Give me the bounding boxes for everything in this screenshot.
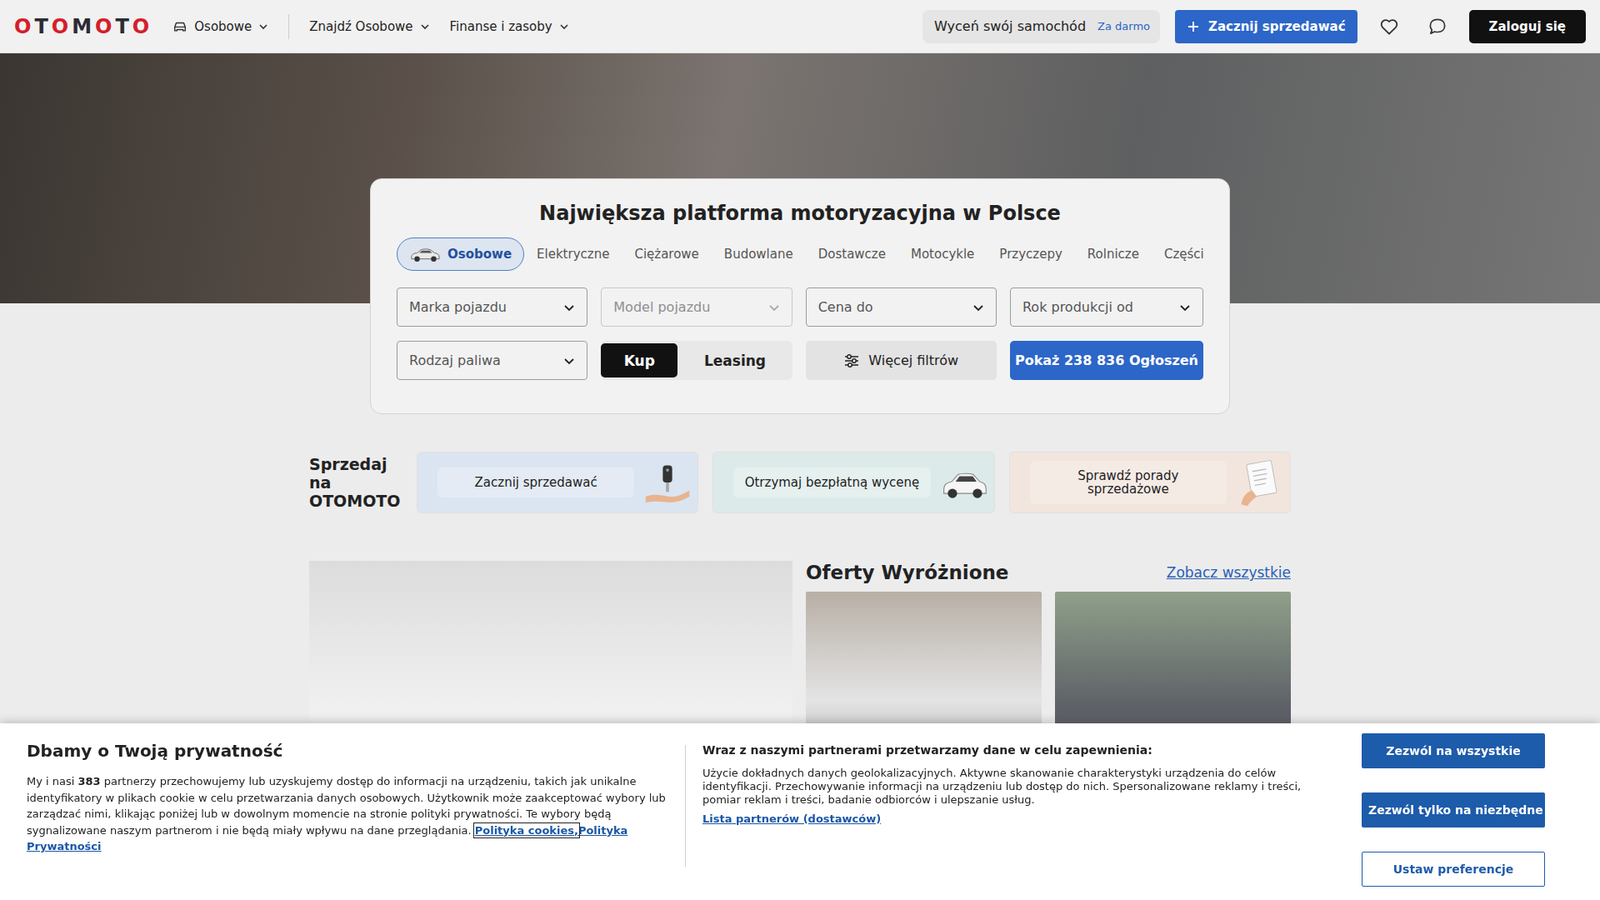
purposes-title: Wraz z naszymi partnerami przetwarzamy d… (702, 741, 1315, 759)
login-button[interactable]: Zaloguj się (1469, 10, 1586, 44)
sell-card[interactable]: Otrzymaj bezpłatną wycenę (712, 451, 995, 514)
privacy-text: My i nasi 383 partnerzy przechowujemy lu… (26, 773, 669, 855)
chevron-down-icon (1179, 301, 1191, 314)
filters-grid: Marka pojazdu Model pojazdu Cena do Rok pro… (396, 287, 1204, 380)
purposes-text: Użycie dokładnych danych geolokalizacyjn… (702, 766, 1315, 807)
show-results-button[interactable]: Pokaż 238 836 Ogłoszeń (1010, 340, 1204, 380)
category-tabs: OsoboweElektryczneCiężaroweBudowlaneDost… (396, 237, 1204, 271)
sell-title: Sprzedaj na OTOMOTO (309, 455, 403, 510)
nav-item[interactable]: Finanse i zasoby (450, 15, 570, 38)
partners-link[interactable]: Lista partnerów (dostawców) (702, 812, 881, 825)
favorites-button[interactable] (1372, 10, 1406, 44)
chevron-down-icon (563, 301, 575, 314)
category-tab[interactable]: Dostawcze (805, 237, 899, 271)
category-tab[interactable]: Motocykle (898, 237, 987, 271)
cookie-policy-link[interactable]: Polityka cookies, (475, 824, 579, 837)
nav-separator (288, 14, 290, 40)
divider (685, 745, 686, 867)
filter-select[interactable]: Rok produkcji od (1010, 287, 1204, 327)
consent-button[interactable]: Zezwól na wszystkie (1361, 733, 1545, 769)
category-tab[interactable]: Przyczepy (986, 237, 1075, 271)
key-in-hand-icon (642, 457, 693, 508)
consent-buttons: Zezwól na wszystkie Zezwól tylko na niezb… (1361, 723, 1545, 900)
filter-select[interactable]: Marka pojazdu (396, 287, 588, 327)
buy-lease-toggle: KupLeasing (600, 340, 792, 380)
chevron-down-icon (420, 21, 430, 32)
more-filters-button[interactable]: Więcej filtrów (805, 340, 997, 380)
free-badge: Za darmo (1097, 20, 1150, 33)
category-tab[interactable]: Elektryczne (524, 237, 622, 271)
chevron-down-icon (768, 301, 780, 314)
category-tab[interactable]: Ciężarowe (621, 237, 711, 271)
category-tab[interactable]: Osobowe (396, 237, 525, 271)
purposes: Wraz z naszymi partnerami przetwarzamy d… (702, 723, 1315, 900)
nav-item[interactable]: Znajdź Osobowe (309, 15, 430, 38)
plus-icon (1186, 20, 1200, 34)
category-tab[interactable]: Budowlane (711, 237, 806, 271)
car-icon (172, 20, 188, 33)
consent-button[interactable]: Zezwól tylko na niezbędne (1361, 792, 1545, 828)
sell-card[interactable]: Zacznij sprzedawać (416, 451, 699, 514)
featured-title: Oferty Wyróżnione (805, 560, 1009, 585)
header-actions: Wyceń swój samochódZa darmo Zacznij sprze… (922, 10, 1586, 44)
see-all-link[interactable]: Zobacz wszystkie (1166, 564, 1291, 581)
privacy-info: Dbamy o Twoją prywatność My i nasi 383 pa… (26, 723, 669, 900)
notepad-icon (1235, 457, 1285, 508)
car-icon (409, 245, 441, 264)
logo[interactable]: OTOMOTO (14, 15, 153, 39)
page: OTOMOTO Osobowe Znajdź Osobowe Finanse i za… (0, 0, 1600, 900)
chevron-down-icon (258, 21, 269, 32)
consent-button[interactable]: Ustaw preferencje (1361, 851, 1545, 887)
valuation-button[interactable]: Wyceń swój samochódZa darmo (922, 10, 1160, 44)
start-selling-button[interactable]: Zacznij sprzedawać (1175, 10, 1358, 44)
category-tab[interactable]: Części (1151, 237, 1217, 271)
main-nav: Osobowe Znajdź Osobowe Finanse i zasoby (172, 14, 569, 40)
privacy-title: Dbamy o Twoją prywatność (26, 740, 669, 762)
filter-select[interactable]: Rodzaj paliwa (396, 340, 588, 380)
messages-button[interactable] (1420, 10, 1455, 44)
filter-select[interactable]: Cena do (805, 287, 997, 327)
nav-item[interactable]: Osobowe (172, 15, 269, 38)
filter-select[interactable]: Model pojazdu (600, 287, 792, 327)
category-tab[interactable]: Rolnicze (1075, 237, 1152, 271)
chevron-down-icon (559, 21, 570, 32)
sell-card[interactable]: Sprawdź porady sprzedażowe (1009, 451, 1291, 514)
search-title: Największa platforma motoryzacyjna w Pol… (396, 200, 1204, 226)
mode-option[interactable]: Kup (600, 343, 678, 378)
mode-option[interactable]: Leasing (677, 343, 792, 378)
sell-section: Sprzedaj na OTOMOTOZacznij sprzedawaćOtr… (309, 451, 1291, 514)
search-card: Największa platforma motoryzacyjna w Pol… (370, 178, 1230, 415)
chevron-down-icon (563, 355, 575, 367)
chevron-down-icon (972, 301, 985, 314)
filter-sliders-icon (843, 352, 860, 370)
heart-icon (1378, 15, 1400, 38)
top-bar: OTOMOTO Osobowe Znajdź Osobowe Finanse i za… (0, 0, 1600, 54)
car-icon (939, 457, 990, 508)
chat-icon (1426, 15, 1449, 38)
featured-header: Oferty Wyróżnione Zobacz wszystkie (805, 560, 1291, 585)
cookie-banner: Dbamy o Twoją prywatność My i nasi 383 pa… (0, 723, 1600, 900)
